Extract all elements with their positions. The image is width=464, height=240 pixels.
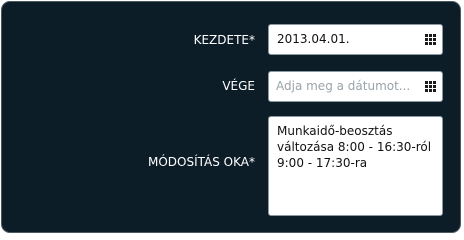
change-reason-textarea[interactable]: Munkaidő-beosztás változása 8:00 - 16:30… <box>268 116 443 216</box>
end-date-input[interactable] <box>276 77 416 95</box>
start-date-field[interactable]: 2013.04.01. <box>268 24 443 55</box>
change-reason-text: Munkaidő-beosztás változása 8:00 - 16:30… <box>277 124 432 170</box>
end-date-field[interactable] <box>268 71 443 102</box>
calendar-icon[interactable] <box>425 34 437 46</box>
edit-form-panel: KEZDETE* 2013.04.01. VÉGE MÓDOSÍTÁS OKA*… <box>1 1 461 233</box>
start-date-label: KEZDETE* <box>193 33 255 47</box>
change-reason-label: MÓDOSÍTÁS OKA* <box>148 155 255 169</box>
end-date-label: VÉGE <box>222 79 255 93</box>
calendar-icon[interactable] <box>425 81 437 93</box>
start-date-value: 2013.04.01. <box>277 32 350 46</box>
